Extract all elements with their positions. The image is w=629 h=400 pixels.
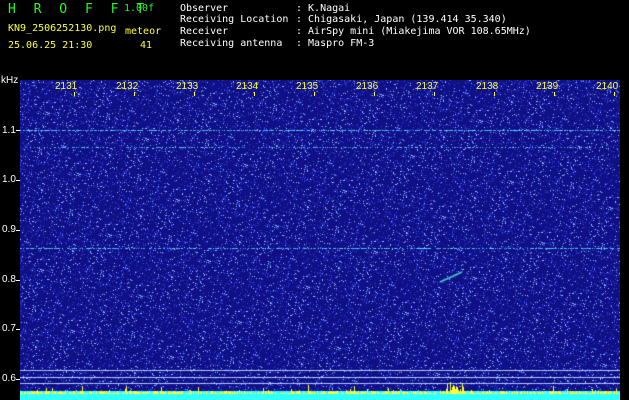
time-label-2134: 2134 [236, 81, 259, 92]
antenna-label: Receiving antenna [180, 38, 283, 49]
axis-unit-label: kHz [1, 75, 19, 86]
filename-label: KN9_2506252130.png [8, 23, 117, 34]
right-margin [620, 75, 629, 400]
mode-label: meteor [125, 26, 162, 37]
time-tick [614, 92, 615, 96]
time-tick [554, 92, 555, 96]
freq-tick [16, 329, 20, 330]
freq-label-0.7: 0.7 [2, 323, 16, 334]
observer-label: Observer [180, 3, 229, 14]
time-tick [434, 92, 435, 96]
time-tick [194, 92, 195, 96]
time-label-2131: 2131 [55, 81, 78, 92]
time-label-2136: 2136 [356, 81, 379, 92]
freq-label-0.8: 0.8 [2, 274, 16, 285]
freq-tick [16, 230, 20, 231]
location-value: : Chigasaki, Japan (139.414 35.340) [296, 14, 507, 25]
antenna-value: : Maspro FM-3 [296, 38, 375, 49]
freq-tick [16, 180, 20, 181]
time-label-2137: 2137 [416, 81, 439, 92]
time-tick [494, 92, 495, 96]
time-label-2139: 2139 [536, 81, 559, 92]
receiver-value: : AirSpy mini (Miakejima VOR 108.65MHz) [296, 26, 531, 37]
freq-label-1.0: 1.0 [2, 174, 16, 185]
time-label-2138: 2138 [476, 81, 499, 92]
header-panel: H R O F F T 1.00f KN9_2506252130.png met… [0, 0, 629, 75]
datetime-label: 25.06.25 21:30 [8, 40, 93, 51]
time-tick [254, 92, 255, 96]
time-tick [74, 92, 75, 96]
freq-tick [16, 280, 20, 281]
freq-tick [16, 130, 20, 131]
time-label-2133: 2133 [176, 81, 199, 92]
observer-value: : K.Nagai [296, 3, 351, 14]
receiver-label: Receiver [180, 26, 229, 37]
freq-label-0.6: 0.6 [2, 373, 16, 384]
time-label-2140: 2140 [596, 81, 619, 92]
count-label: 41 [140, 40, 153, 51]
version-label: 1.00f [124, 3, 155, 14]
freq-label-1.1: 1.1 [2, 125, 16, 136]
time-tick [134, 92, 135, 96]
freq-label-0.9: 0.9 [2, 224, 16, 235]
time-tick [314, 92, 315, 96]
time-label-2135: 2135 [296, 81, 319, 92]
time-label-2132: 2132 [116, 81, 139, 92]
time-tick [374, 92, 375, 96]
location-label: Receiving Location [180, 14, 289, 25]
frequency-axis: kHz [0, 75, 20, 400]
waterfall-spectrogram [20, 80, 620, 400]
freq-tick [16, 379, 20, 380]
